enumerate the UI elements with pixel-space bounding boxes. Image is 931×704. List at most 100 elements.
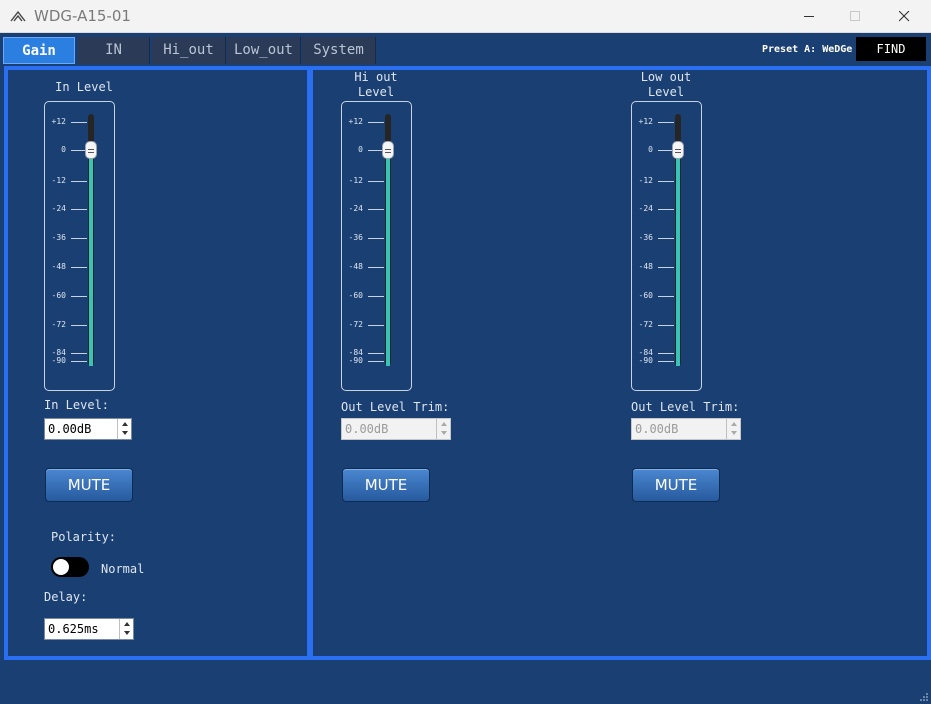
- polarity-label: Polarity:: [51, 530, 117, 544]
- meter-fill: [386, 150, 390, 366]
- arrow-down-icon[interactable]: [441, 431, 447, 435]
- low-out-trim-spinbox[interactable]: 0.00dB: [631, 418, 741, 440]
- preset-label: Preset A: WeDGe: [762, 44, 853, 55]
- arrow-up-icon[interactable]: [124, 622, 130, 626]
- meter-tick-line: [658, 181, 674, 182]
- meter-tick-line: [658, 267, 674, 268]
- meter-tick-label: -12: [638, 176, 653, 185]
- meter-tick-line: [71, 361, 87, 362]
- meter-tick-label: 0: [358, 145, 363, 154]
- find-button[interactable]: FIND: [856, 37, 926, 61]
- tab-system[interactable]: System: [302, 37, 376, 64]
- meter-tick-line: [71, 353, 87, 354]
- meter-tick-line: [71, 122, 87, 123]
- meter-tick-label: -72: [638, 320, 653, 329]
- arrow-up-icon[interactable]: [731, 422, 737, 426]
- meter-tick-label: -48: [51, 262, 66, 271]
- meter-tick-label: +12: [348, 117, 363, 126]
- hi-out-mute-button[interactable]: MUTE: [342, 468, 430, 502]
- delay-label: Delay:: [44, 590, 88, 604]
- tab-in[interactable]: IN: [78, 37, 150, 64]
- minimize-icon: [804, 16, 814, 17]
- resize-grip-icon[interactable]: [919, 692, 929, 702]
- meter-tick-line: [368, 122, 384, 123]
- low-out-level-meter: +12 0 -12 -24 -36 -48 -60 -72 -84 -90: [631, 101, 702, 391]
- meter-tick-label: 0: [648, 145, 653, 154]
- arrow-down-icon[interactable]: [124, 631, 130, 635]
- meter-tick-label: 0: [61, 145, 66, 154]
- delay-spinbox[interactable]: 0.625ms: [44, 618, 134, 640]
- hi-out-title-line2: Level: [357, 85, 395, 99]
- meter-tick-label: -72: [348, 320, 363, 329]
- close-icon: [899, 11, 910, 22]
- meter-slider-thumb[interactable]: [672, 141, 684, 159]
- meter-fill: [89, 150, 93, 366]
- polarity-toggle[interactable]: [51, 557, 89, 577]
- meter-tick-line: [71, 209, 87, 210]
- hi-out-meter-title: Hi out Level: [336, 70, 416, 100]
- meter-tick-line: [368, 267, 384, 268]
- low-out-trim-label: Out Level Trim:: [631, 400, 740, 414]
- delay-stepper[interactable]: [119, 619, 133, 639]
- meter-tick-label: -12: [348, 176, 363, 185]
- meter-tick-line: [71, 325, 87, 326]
- meter-tick-label: -48: [348, 262, 363, 271]
- meter-tick-label: +12: [51, 117, 66, 126]
- meter-slider-thumb[interactable]: [382, 141, 394, 159]
- low-out-title-line2: Level: [647, 85, 685, 99]
- low-out-trim-value: 0.00dB: [635, 422, 679, 436]
- low-out-meter-title: Low out Level: [626, 70, 706, 100]
- meter-tick-line: [368, 209, 384, 210]
- meter-tick-line: [658, 238, 674, 239]
- arrow-down-icon[interactable]: [731, 431, 737, 435]
- hi-out-trim-value: 0.00dB: [345, 422, 389, 436]
- tab-gain[interactable]: Gain: [3, 37, 75, 64]
- meter-tick-line: [658, 209, 674, 210]
- arrow-down-icon[interactable]: [122, 431, 128, 435]
- in-level-spinbox[interactable]: 0.00dB: [44, 418, 132, 440]
- arrow-up-icon[interactable]: [122, 422, 128, 426]
- meter-tick-label: -72: [51, 320, 66, 329]
- meter-tick-line: [368, 325, 384, 326]
- hi-out-trim-label: Out Level Trim:: [341, 400, 450, 414]
- window-title: WDG-A15-01: [34, 7, 131, 25]
- meter-tick-line: [71, 181, 87, 182]
- in-level-value: 0.00dB: [48, 422, 92, 436]
- in-level-stepper[interactable]: [117, 419, 131, 439]
- hi-out-level-meter: +12 0 -12 -24 -36 -48 -60 -72 -84 -90: [341, 101, 412, 391]
- meter-tick-line: [658, 296, 674, 297]
- tab-low-out[interactable]: Low_out: [227, 37, 301, 64]
- meter-tick-line: [71, 267, 87, 268]
- meter-tick-line: [368, 361, 384, 362]
- delay-value: 0.625ms: [48, 622, 99, 636]
- meter-tick-label: -24: [638, 204, 653, 213]
- hi-out-trim-stepper[interactable]: [436, 419, 450, 439]
- meter-tick-line: [368, 238, 384, 239]
- in-mute-button[interactable]: MUTE: [45, 468, 133, 502]
- maximize-icon: [850, 11, 860, 21]
- meter-tick-line: [71, 238, 87, 239]
- tab-hi-out[interactable]: Hi_out: [152, 37, 226, 64]
- low-out-trim-stepper[interactable]: [726, 419, 740, 439]
- meter-tick-line: [658, 325, 674, 326]
- meter-tick-label: -36: [638, 233, 653, 242]
- close-button[interactable]: [881, 0, 927, 33]
- minimize-button[interactable]: [786, 0, 832, 33]
- hi-out-trim-spinbox[interactable]: 0.00dB: [341, 418, 451, 440]
- in-level-meter-title: In Level: [55, 80, 113, 94]
- meter-tick-label: -60: [638, 291, 653, 300]
- meter-tick-label: -60: [348, 291, 363, 300]
- arrow-up-icon[interactable]: [441, 422, 447, 426]
- meter-tick-line: [368, 296, 384, 297]
- meter-tick-line: [658, 353, 674, 354]
- meter-slider-thumb[interactable]: [85, 141, 97, 159]
- in-level-meter: +12 0 -12 -24 -36 -48 -60 -72 -84 -90: [44, 101, 115, 391]
- low-out-mute-button[interactable]: MUTE: [632, 468, 720, 502]
- meter-tick-label: -24: [51, 204, 66, 213]
- maximize-button[interactable]: [832, 0, 878, 33]
- meter-tick-line: [368, 181, 384, 182]
- meter-tick-label: -24: [348, 204, 363, 213]
- low-out-title-line1: Low out: [640, 70, 692, 84]
- in-level-label: In Level:: [44, 398, 110, 412]
- app-logo-icon: [10, 10, 26, 22]
